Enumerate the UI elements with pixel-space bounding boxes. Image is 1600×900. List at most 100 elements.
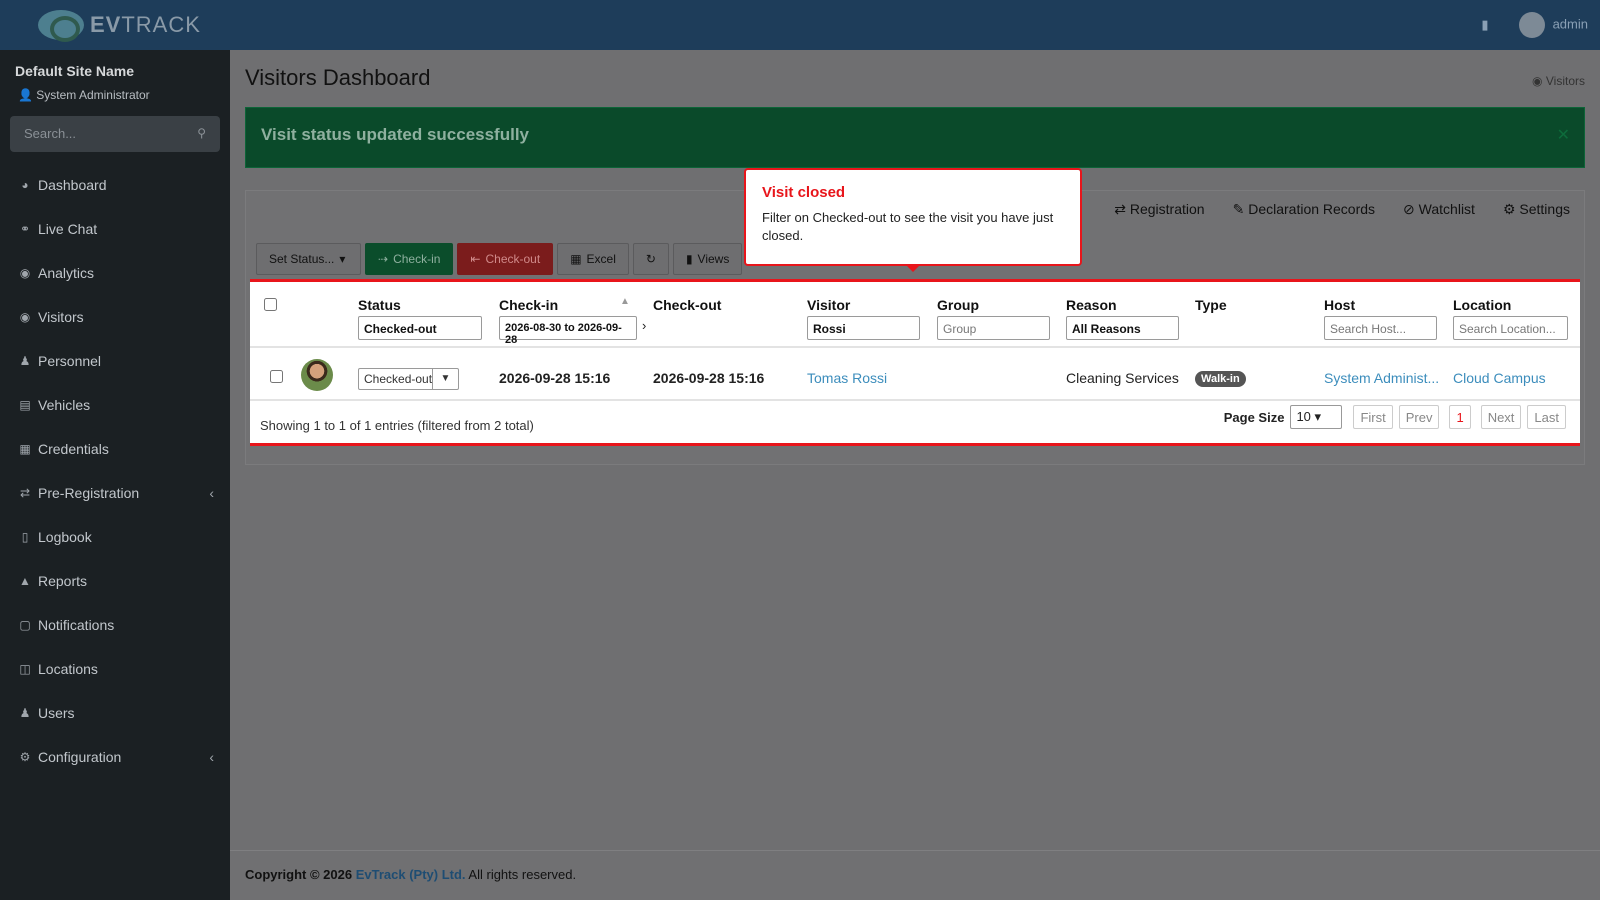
column-type[interactable]: Type: [1195, 297, 1227, 313]
footer: Copyright © 2026 EvTrack (Pty) Ltd. All …: [230, 850, 1600, 900]
close-icon[interactable]: ✕: [1557, 125, 1570, 145]
next-page-button[interactable]: Next: [1480, 405, 1522, 429]
sort-up-icon[interactable]: ▲: [620, 296, 630, 307]
column-status[interactable]: Status: [358, 297, 401, 313]
set-status-select[interactable]: Set Status... ▾: [256, 243, 361, 275]
search-icon[interactable]: ⚲: [197, 126, 206, 140]
bookmark-icon[interactable]: ▮: [1481, 17, 1488, 33]
tab-registration[interactable]: ⇄ Registration: [1114, 201, 1204, 218]
column-visitor[interactable]: Visitor: [807, 297, 850, 313]
bookmark-icon: ▮: [685, 252, 693, 266]
user-role: 👤 System Administrator: [18, 88, 150, 102]
column-check-in[interactable]: Check-in: [499, 297, 558, 313]
evtrack-logo[interactable]: EVTRACK: [38, 10, 201, 42]
sidebar-search-input[interactable]: Search... ⚲: [10, 116, 220, 152]
pagination: Page Size 10 ▾ First Prev 1 Next Last: [1224, 405, 1566, 429]
column-host[interactable]: Host: [1324, 297, 1355, 313]
notifications-icon: ▢: [19, 618, 31, 632]
book-icon: ▯: [21, 530, 29, 544]
sidebar-item-pre-registration[interactable]: ⇄ Pre-Registration ‹: [0, 471, 230, 515]
chevron-right-icon[interactable]: ›: [642, 318, 646, 333]
refresh-button[interactable]: ↻: [632, 243, 669, 275]
sidebar-item-visitors[interactable]: ◉ Visitors: [0, 295, 230, 339]
excel-button[interactable]: ▦ Excel: [557, 243, 629, 275]
row-check-out: 2026-09-28 15:16: [653, 370, 765, 386]
page-1-button[interactable]: 1: [1449, 405, 1471, 429]
arrows-icon: ⇄: [19, 486, 31, 500]
sign-in-icon: ⇢: [378, 252, 389, 266]
page-size-label: Page Size: [1223, 409, 1285, 425]
page-title: Visitors Dashboard: [245, 65, 431, 90]
vehicle-icon: ▤: [19, 398, 31, 412]
company-link[interactable]: EvTrack (Pty) Ltd.: [356, 867, 466, 882]
site-name: Default Site Name: [15, 63, 135, 79]
sidebar-item-personnel[interactable]: ♟ Personnel: [0, 339, 230, 383]
column-group[interactable]: Group: [937, 297, 979, 313]
user-menu[interactable]: admin: [1518, 12, 1588, 38]
row-reason: Cleaning Services: [1066, 370, 1179, 386]
row-location-link[interactable]: Cloud Campus: [1453, 370, 1546, 386]
type-badge: Walk-in: [1195, 371, 1246, 387]
visitor-filter[interactable]: Rossi: [807, 316, 920, 340]
row-visitor-link[interactable]: Tomas Rossi: [807, 370, 887, 386]
reports-icon: ▲: [19, 574, 31, 588]
sidebar-item-live-chat[interactable]: ⚭ Live Chat: [0, 207, 230, 251]
sign-out-icon: ⇤: [470, 252, 481, 266]
refresh-icon: ↻: [645, 252, 656, 266]
views-button[interactable]: ▮ Views: [672, 243, 743, 275]
page-size-select[interactable]: 10 ▾: [1290, 405, 1343, 429]
first-page-button[interactable]: First: [1353, 405, 1393, 429]
select-all-checkbox[interactable]: [264, 298, 277, 311]
column-location[interactable]: Location: [1453, 297, 1511, 313]
last-page-button[interactable]: Last: [1527, 405, 1566, 429]
user-name: admin: [1552, 16, 1588, 32]
sidebar: Default Site Name 👤 System Administrator…: [0, 50, 230, 900]
sidebar-item-vehicles[interactable]: ▤ Vehicles: [0, 383, 230, 427]
chevron-left-icon: ‹: [209, 485, 214, 501]
group-filter[interactable]: Group: [937, 316, 1050, 340]
sidebar-item-users[interactable]: ♟ Users: [0, 691, 230, 735]
avatar: [1518, 12, 1545, 38]
tab-watchlist[interactable]: ⊘ Watchlist: [1403, 201, 1475, 218]
sidebar-item-locations[interactable]: ◫ Locations: [0, 647, 230, 691]
reason-filter[interactable]: All Reasons: [1066, 316, 1179, 340]
top-header: EVTRACK ▮ admin: [0, 0, 1600, 50]
tab-declaration-records[interactable]: ✎ Declaration Records: [1233, 201, 1375, 218]
row-check-in: 2026-09-28 15:16: [499, 370, 611, 386]
sidebar-item-dashboard[interactable]: ◕ Dashboard: [0, 163, 230, 207]
tab-settings[interactable]: ⚙ Settings: [1503, 201, 1570, 218]
popover-body: Filter on Checked-out to see the visit y…: [762, 210, 1054, 243]
breadcrumb[interactable]: ◉ Visitors: [1532, 74, 1585, 88]
credentials-icon: ▦: [19, 442, 31, 456]
row-host-link[interactable]: System Administ...: [1324, 370, 1439, 386]
location-filter[interactable]: Search Location...: [1453, 316, 1568, 340]
check-in-button[interactable]: ⇢ Check-in: [365, 243, 454, 275]
status-filter[interactable]: Checked-out: [358, 316, 482, 340]
sidebar-item-configuration[interactable]: ⚙ Configuration ‹: [0, 735, 230, 779]
column-check-out[interactable]: Check-out: [653, 297, 721, 313]
row-status-select[interactable]: Checked-out ▼: [358, 368, 459, 390]
entries-summary: Showing 1 to 1 of 1 entries (filtered fr…: [260, 418, 534, 433]
check-in-date-filter[interactable]: 2026-08-30 to 2026-09-28: [499, 316, 637, 346]
logo-mark-icon: [38, 10, 84, 42]
logo-text: EVTRACK: [90, 12, 201, 37]
sidebar-item-reports[interactable]: ▲ Reports: [0, 559, 230, 603]
prev-page-button[interactable]: Prev: [1398, 405, 1440, 429]
column-reason[interactable]: Reason: [1066, 297, 1117, 313]
users-icon: ♟: [19, 706, 31, 720]
gear-icon: ⚙: [19, 750, 31, 764]
chevron-left-icon: ‹: [209, 749, 214, 765]
sidebar-item-credentials[interactable]: ▦ Credentials: [0, 427, 230, 471]
table-icon: ▦: [570, 252, 582, 266]
sidebar-item-notifications[interactable]: ▢ Notifications: [0, 603, 230, 647]
sidebar-item-logbook[interactable]: ▯ Logbook: [0, 515, 230, 559]
check-out-button[interactable]: ⇤ Check-out: [457, 243, 554, 275]
success-alert: Visit status updated successfully ✕: [245, 107, 1585, 168]
caret-down-icon: ▼: [432, 369, 458, 389]
headset-icon: ⚭: [19, 222, 31, 236]
sidebar-item-analytics[interactable]: ◉ Analytics: [0, 251, 230, 295]
visitor-photo: [301, 359, 333, 391]
row-checkbox[interactable]: [270, 370, 283, 383]
host-filter[interactable]: Search Host...: [1324, 316, 1437, 340]
visitors-table: Status Check-in ▲ Check-out Visitor Grou…: [250, 279, 1580, 446]
